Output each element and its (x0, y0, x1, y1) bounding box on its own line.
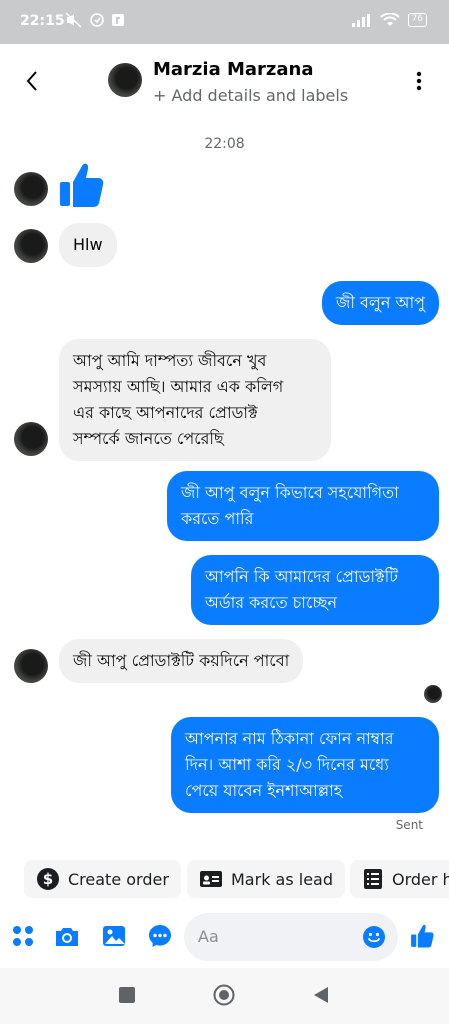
gallery-icon[interactable] (101, 923, 127, 949)
camera-icon[interactable] (54, 923, 80, 949)
battery-indicator: 76 (407, 13, 427, 27)
status-time: 22:15 (20, 13, 65, 29)
chat-header: Marzia Marzana + Add details and labels (0, 44, 449, 120)
emoji-icon[interactable] (362, 925, 386, 949)
chat-icon[interactable] (147, 923, 173, 949)
sync-icon (90, 13, 104, 27)
app-notification-icon (112, 14, 124, 26)
message-outgoing[interactable]: আপনার নাম ঠিকানা ফোন নাম্বার দিন। আশা কর… (171, 717, 439, 813)
home-icon[interactable] (213, 984, 235, 1006)
quick-actions-bar: $ Create order Mark as lead Order h (0, 858, 449, 902)
wifi-icon (379, 13, 400, 26)
message-placeholder: Aa (198, 927, 219, 946)
order-history-button[interactable]: Order h (350, 860, 449, 898)
like-icon (60, 163, 104, 207)
message-input[interactable]: Aa (184, 913, 398, 961)
recents-icon[interactable] (118, 986, 136, 1004)
system-navigation-bar (0, 968, 449, 1024)
create-order-button[interactable]: $ Create order (24, 860, 181, 898)
message-incoming[interactable]: Hlw (59, 223, 117, 267)
status-bar: 22:15 76 (0, 0, 449, 44)
message-incoming[interactable]: আপু আমি দাম্পত্য জীবনে খুব সমস্যায় আছি।… (59, 339, 331, 461)
receipt-icon (364, 869, 382, 889)
id-card-icon (200, 871, 222, 887)
back-arrow-icon[interactable] (20, 66, 44, 96)
contact-avatar-small[interactable] (14, 172, 48, 206)
like-icon[interactable] (409, 923, 435, 949)
message-outgoing[interactable]: জী আপু বলুন কিভাবে সহযোগিতা করতে পারি (167, 471, 439, 541)
add-details-link[interactable]: + Add details and labels (153, 86, 348, 105)
back-nav-icon[interactable] (312, 986, 330, 1004)
sent-status: Sent (395, 818, 423, 832)
message-composer: Aa (0, 908, 449, 966)
dollar-icon: $ (37, 868, 59, 890)
contact-avatar[interactable] (108, 63, 142, 97)
message-outgoing[interactable]: আপনি কি আমাদের প্রোডাক্টটি অর্ডার করতে চ… (191, 555, 439, 625)
mute-icon (65, 12, 82, 28)
contact-avatar-small[interactable] (14, 422, 48, 456)
contact-avatar-small[interactable] (14, 229, 48, 263)
message-outgoing[interactable]: জী বলুন আপু (322, 281, 439, 325)
svg-text:$: $ (43, 870, 53, 888)
conversation-timestamp: 22:08 (204, 136, 245, 152)
seen-avatar (424, 685, 442, 703)
signal-icon (351, 14, 370, 27)
mark-as-lead-button[interactable]: Mark as lead (187, 860, 346, 898)
message-incoming[interactable]: জী আপু প্রোডাক্টটি কয়দিনে পাবো (59, 639, 304, 683)
more-vertical-icon[interactable] (415, 70, 423, 92)
menu-grid-icon[interactable] (10, 923, 36, 949)
contact-avatar-small[interactable] (14, 649, 48, 683)
contact-name[interactable]: Marzia Marzana (153, 59, 314, 80)
